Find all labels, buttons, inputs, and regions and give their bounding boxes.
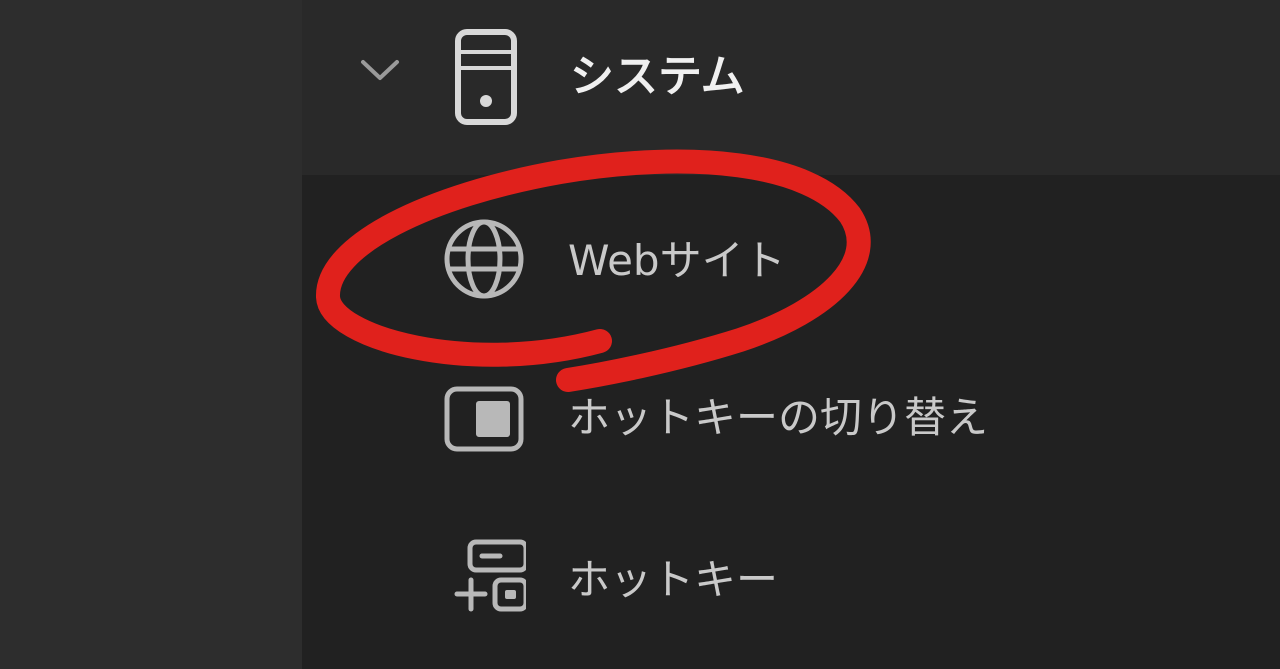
system-group-label: システム: [570, 51, 745, 102]
toggle-window-icon: [444, 386, 524, 452]
desktop-tower-icon: [455, 29, 517, 125]
settings-navigation: システム Webサイト ホットキーの切り替え ホットキー: [0, 0, 1280, 669]
globe-icon: [444, 219, 524, 299]
system-group-header[interactable]: [302, 0, 1280, 175]
hotkey-add-icon: [454, 539, 526, 612]
nav-item-website[interactable]: Webサイト: [430, 205, 990, 315]
left-pane: [0, 0, 302, 669]
nav-item-hotkey-toggle[interactable]: ホットキーの切り替え: [430, 365, 990, 475]
nav-item-website-label: Webサイト: [568, 236, 786, 285]
nav-item-hotkey-label: ホットキー: [568, 555, 779, 604]
chevron-down-icon[interactable]: [358, 55, 402, 85]
nav-item-hotkey-toggle-label: ホットキーの切り替え: [568, 393, 989, 442]
nav-item-hotkey[interactable]: ホットキー: [430, 525, 990, 635]
